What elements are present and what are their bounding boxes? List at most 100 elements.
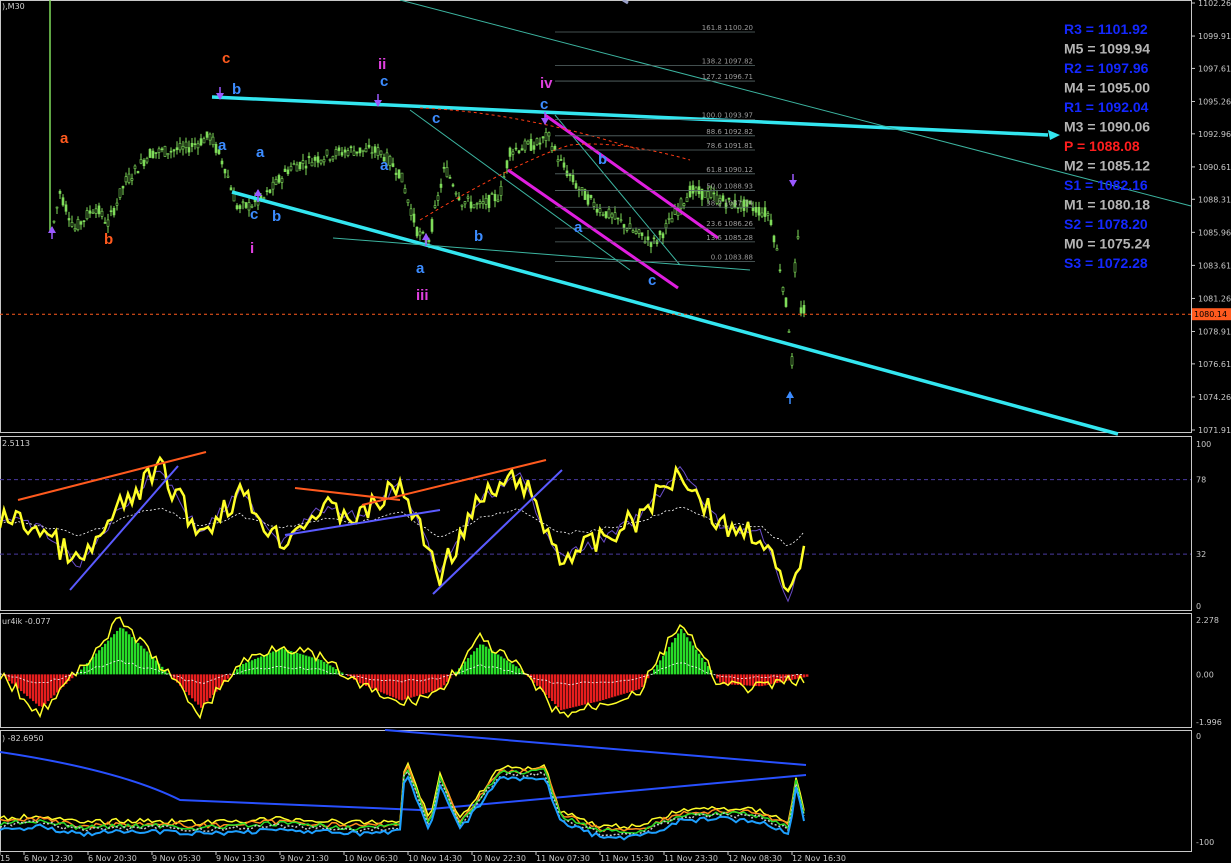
- histogram-bar: [599, 674, 602, 701]
- histogram-bar: [251, 660, 254, 675]
- candle-body: [397, 169, 401, 179]
- candle-body: [406, 199, 410, 203]
- candle-body: [379, 150, 383, 155]
- candle-body: [328, 159, 332, 161]
- pivot-level: M0 = 1075.24: [1064, 236, 1150, 252]
- candle-body: [631, 230, 635, 233]
- histogram-bar: [110, 637, 113, 675]
- candle-body: [118, 188, 122, 198]
- ind1-tick-label: 32: [1196, 550, 1206, 559]
- fib-level-label: 88.6 1092.82: [706, 128, 753, 136]
- candle-body: [580, 187, 584, 191]
- time-label: 15: [0, 854, 10, 863]
- histogram-pane[interactable]: 2.278 0.00 -1.996: [0, 616, 1222, 727]
- current-price-label: 1080.14: [1194, 310, 1227, 319]
- candle-body: [394, 172, 398, 175]
- candle-body: [100, 210, 104, 217]
- histogram-bar: [122, 628, 125, 675]
- ind3-tick-label: 0: [1196, 732, 1201, 741]
- histogram-bar: [557, 674, 560, 708]
- histogram-bar: [248, 661, 251, 675]
- ind1-trendline[interactable]: [69, 465, 179, 591]
- fib-level-label: 138.2 1097.82: [702, 57, 753, 65]
- histogram-bar: [608, 674, 611, 699]
- candle-body: [52, 220, 56, 223]
- candle-body: [412, 213, 416, 223]
- histogram-bar: [239, 665, 242, 675]
- candle-body: [115, 202, 119, 206]
- candle-body: [538, 142, 542, 145]
- histogram-bar: [284, 649, 287, 675]
- price-tick-label: 1078.91: [1198, 328, 1231, 337]
- histogram-bar: [806, 674, 809, 677]
- wave-label-blue: a: [218, 137, 227, 154]
- histogram-bar: [341, 672, 344, 675]
- histogram-bar: [293, 651, 296, 675]
- candle-body: [469, 201, 473, 209]
- candle-body: [268, 189, 272, 193]
- histogram-bar: [503, 658, 506, 675]
- candle-body: [262, 197, 266, 199]
- histogram-bar: [194, 674, 197, 702]
- price-tick-label: 1088.31: [1198, 195, 1231, 204]
- time-label: 6 Nov 20:30: [88, 854, 137, 863]
- candle-body: [601, 214, 605, 216]
- fib-level-label: 13.6 1085.28: [706, 234, 753, 242]
- candle-body: [493, 194, 497, 202]
- histogram-bar: [113, 634, 116, 675]
- candle-body: [283, 168, 287, 172]
- candle-body: [487, 195, 491, 208]
- candle-series[interactable]: [52, 127, 806, 369]
- multi-line-pane[interactable]: 0 -100: [0, 729, 1214, 847]
- magenta-channel-upper[interactable]: [544, 113, 719, 240]
- histogram-bar: [260, 656, 263, 675]
- price-tick-label: 1076.61: [1198, 360, 1231, 369]
- candle-body: [85, 210, 89, 220]
- trading-chart[interactable]: 161.8 1100.20 138.2 1097.82 127.2 1096.71 1…: [0, 0, 1231, 863]
- fib-level-label: 61.8 1090.12: [706, 166, 753, 174]
- candle-body: [244, 202, 248, 208]
- candle-body: [340, 152, 344, 156]
- histogram-bar: [359, 674, 362, 684]
- candle-body: [196, 143, 200, 149]
- candle-body: [193, 143, 197, 145]
- ind1-trendline[interactable]: [17, 451, 207, 501]
- candle-body: [463, 201, 467, 205]
- candle-body: [448, 177, 452, 179]
- candle-body: [553, 145, 557, 151]
- candle-body: [475, 203, 479, 205]
- inner-trendline[interactable]: [332, 237, 751, 271]
- histogram-bar: [506, 660, 509, 675]
- pivot-level: P = 1088.08: [1064, 138, 1140, 154]
- candle-body: [91, 211, 95, 214]
- oscillator-pane[interactable]: 100 78 32 0: [0, 440, 1211, 611]
- candle-body: [490, 193, 494, 195]
- magenta-channel-lower[interactable]: [507, 168, 679, 290]
- diagonal-trendline-2[interactable]: [554, 114, 681, 266]
- candle-body: [229, 187, 233, 191]
- candle-body: [136, 171, 140, 174]
- candle-body: [460, 204, 464, 207]
- candle-body: [148, 148, 152, 158]
- histogram-bar: [380, 674, 383, 693]
- candle-body: [337, 147, 341, 151]
- candle-body: [145, 158, 149, 163]
- candle-body: [361, 149, 365, 152]
- upper-channel-line[interactable]: [211, 95, 1049, 137]
- ind1-trendline[interactable]: [294, 487, 401, 501]
- histogram-bar: [134, 639, 137, 675]
- candle-body: [367, 144, 371, 148]
- histogram-bar: [578, 674, 581, 706]
- histogram-bar: [467, 658, 470, 675]
- candle-body: [208, 133, 212, 141]
- histogram-bar: [428, 674, 431, 693]
- histogram-bar: [662, 655, 665, 675]
- candle-body: [325, 149, 329, 156]
- candle-body: [205, 131, 209, 138]
- candle-body: [793, 262, 797, 273]
- histogram-bar: [395, 674, 398, 699]
- histogram-bar: [743, 674, 746, 686]
- candle-body: [694, 187, 698, 193]
- candle-body: [211, 136, 215, 146]
- candle-body: [73, 228, 77, 231]
